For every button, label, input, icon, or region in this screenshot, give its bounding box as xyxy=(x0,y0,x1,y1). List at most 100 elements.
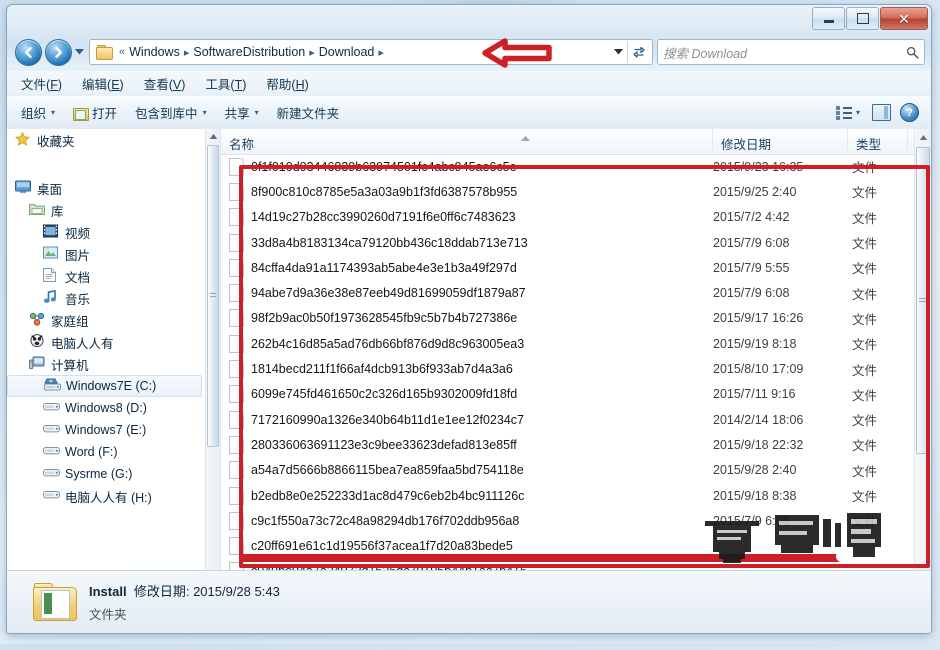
scroll-up-icon[interactable] xyxy=(206,129,220,143)
file-name: 0f1f010d03446839b63974501fc4abc945ae6c5e xyxy=(251,159,517,174)
menu-item-view[interactable]: 查看(V) xyxy=(144,74,186,93)
file-name: 14d19c27b28cc3990260d7191f6e0ff6c7483623 xyxy=(251,210,516,225)
sidebar-item-1[interactable]: 桌面 xyxy=(7,177,206,199)
minimize-icon xyxy=(823,20,834,23)
sidebar-item-8[interactable]: 电脑人人有 xyxy=(7,331,206,353)
details-date-label: 修改日期: xyxy=(133,584,190,599)
menu-key: T xyxy=(234,78,243,92)
menu-item-help[interactable]: 帮助(H) xyxy=(266,74,308,93)
menu-item-tools[interactable]: 工具(T) xyxy=(205,74,246,93)
preview-pane-icon[interactable] xyxy=(872,104,891,121)
refresh-button[interactable] xyxy=(627,41,650,63)
sidebar-item-3[interactable]: 视频 xyxy=(7,221,206,243)
search-icon xyxy=(906,46,919,59)
table-row[interactable]: 7172160990a1326e340b64b11d1e1ee12f0234c7… xyxy=(221,407,915,432)
sort-ascending-icon xyxy=(521,130,530,144)
sidebar-item-6[interactable]: 音乐 xyxy=(7,287,206,309)
address-dropdown-button[interactable] xyxy=(610,41,627,63)
table-row[interactable]: 280336063691123e3c9bee33623defad813e85ff… xyxy=(221,432,915,457)
menu-label: 工具 xyxy=(205,78,231,92)
folder-icon xyxy=(96,44,113,60)
sidebar-item-10[interactable]: Windows7E (C:) xyxy=(7,375,202,397)
sidebar-item-label: 桌面 xyxy=(37,182,63,197)
breadcrumb-separator[interactable]: ▸ xyxy=(306,46,318,59)
open-label: 打开 xyxy=(92,107,118,121)
organize-button[interactable]: 组织 ▾ xyxy=(21,103,55,122)
table-row[interactable]: 14d19c27b28cc3990260d7191f6e0ff6c7483623… xyxy=(221,205,915,230)
video-icon xyxy=(43,224,60,240)
table-row[interactable]: 94abe7d9a36e38e87eeb49d81699059df1879a87… xyxy=(221,280,915,305)
sidebar-item-13[interactable]: Word (F:) xyxy=(7,441,206,463)
file-name: c9c1f550a73c72c48a98294db176f702ddb956a8 xyxy=(251,513,520,528)
recent-locations-button[interactable] xyxy=(72,40,86,65)
navigation-scroll-thumb[interactable] xyxy=(207,145,219,447)
sidebar-item-9[interactable]: 计算机 xyxy=(7,353,206,375)
forward-button[interactable] xyxy=(45,38,72,66)
file-list-vertical-scrollbar[interactable] xyxy=(914,129,931,600)
table-row[interactable]: 6099e745fd461650c2c326d165b9302009fd18fd… xyxy=(221,382,915,407)
table-row[interactable]: a54a7d5666b8866115bea7ea859faa5bd754118e… xyxy=(221,458,915,483)
search-input[interactable]: 搜索 Download xyxy=(663,43,906,62)
details-pane: Install 修改日期: 2015/9/28 5:43 文件夹 xyxy=(7,570,931,633)
scroll-up-icon[interactable] xyxy=(915,129,931,145)
file-type: 文件 xyxy=(852,287,878,302)
sidebar-item-2[interactable]: 库 xyxy=(7,199,206,221)
file-name: 1814becd211f1f66af4dcb913b6f933ab7d4a3a6 xyxy=(251,362,513,377)
file-icon xyxy=(229,537,244,556)
breadcrumb-item-download[interactable]: Download xyxy=(318,45,376,59)
chevron-down-icon: ▾ xyxy=(51,108,56,117)
command-bar: 组织 ▾ 打开 包含到库中 ▾ 共享 ▾ 新建文件夹 ▾ ? xyxy=(7,96,931,130)
column-header-type[interactable]: 类型 xyxy=(848,129,908,154)
table-row[interactable]: 0f1f010d03446839b63974501fc4abc945ae6c5e… xyxy=(221,154,915,179)
file-icon xyxy=(229,410,244,429)
file-name: 84cffa4da91a1174393ab5abe4e3e1b3a49f297d xyxy=(251,260,517,275)
new-folder-button[interactable]: 新建文件夹 xyxy=(277,103,340,122)
sidebar-item-11[interactable]: Windows8 (D:) xyxy=(7,397,206,419)
table-row[interactable]: 33d8a4b8183134ca79120bb436c18ddab713e713… xyxy=(221,230,915,255)
maximize-button[interactable] xyxy=(846,7,879,30)
sidebar-item-4[interactable]: 图片 xyxy=(7,243,206,265)
navigation-scrollbar[interactable] xyxy=(205,129,220,633)
column-header-date[interactable]: 修改日期 xyxy=(713,129,848,154)
table-row[interactable]: 1814becd211f1f66af4dcb913b6f933ab7d4a3a6… xyxy=(221,356,915,381)
menu-item-file[interactable]: 文件(F) xyxy=(21,74,62,93)
include-in-library-button[interactable]: 包含到库中 ▾ xyxy=(135,103,207,122)
minimize-button[interactable] xyxy=(812,7,845,30)
column-header-name[interactable]: 名称 xyxy=(221,129,713,154)
search-box[interactable]: 搜索 Download xyxy=(657,39,925,65)
file-icon xyxy=(229,309,244,328)
file-date: 2015/9/25 2:40 xyxy=(713,184,797,199)
view-options-icon[interactable] xyxy=(835,105,853,120)
breadcrumb-item-softwaredistribution[interactable]: SoftwareDistribution xyxy=(192,45,306,59)
file-type: 文件 xyxy=(852,363,878,378)
breadcrumb-separator[interactable]: ▸ xyxy=(181,46,193,59)
file-icon xyxy=(229,334,244,353)
help-icon[interactable]: ? xyxy=(900,103,919,122)
sidebar-item-15[interactable]: 电脑人人有 (H:) xyxy=(7,485,206,507)
details-name: Install xyxy=(89,584,127,599)
back-button[interactable] xyxy=(15,38,42,66)
breadcrumb[interactable]: « Windows ▸ SoftwareDistribution ▸ Downl… xyxy=(89,39,653,65)
file-list-scroll-thumb[interactable] xyxy=(916,147,930,454)
chevron-down-icon: ▾ xyxy=(202,108,207,117)
sidebar-item-label: 电脑人人有 xyxy=(51,336,114,351)
sidebar-item-0[interactable]: 收藏夹 xyxy=(7,129,206,151)
table-row[interactable]: 262b4c16d85a5ad76db66bf876d9d8c963005ea3… xyxy=(221,331,915,356)
address-bar: « Windows ▸ SoftwareDistribution ▸ Downl… xyxy=(15,38,925,66)
table-row[interactable]: 84cffa4da91a1174393ab5abe4e3e1b3a49f297d… xyxy=(221,255,915,280)
chevron-down-icon[interactable]: ▾ xyxy=(856,108,860,117)
sidebar-item-12[interactable]: Windows7 (E:) xyxy=(7,419,206,441)
table-row[interactable]: 8f900c810c8785e5a3a03a9b1f3fd6387578b955… xyxy=(221,179,915,204)
file-date: 2015/9/23 16:35 xyxy=(713,159,804,174)
sidebar-item-14[interactable]: Sysrme (G:) xyxy=(7,463,206,485)
table-row[interactable]: 98f2b9ac0b50f1973628545fb9c5b7b4b727386e… xyxy=(221,306,915,331)
sidebar-item-7[interactable]: 家庭组 xyxy=(7,309,206,331)
breadcrumb-separator[interactable]: ▸ xyxy=(375,46,387,59)
close-button[interactable]: ✕ xyxy=(880,7,928,30)
menu-item-edit[interactable]: 编辑(E) xyxy=(82,74,124,93)
open-button[interactable]: 打开 xyxy=(73,103,117,122)
share-button[interactable]: 共享 ▾ xyxy=(225,103,259,122)
sidebar-item-5[interactable]: 文档 xyxy=(7,265,206,287)
breadcrumb-item-windows[interactable]: Windows xyxy=(128,45,181,59)
file-icon xyxy=(229,182,244,201)
